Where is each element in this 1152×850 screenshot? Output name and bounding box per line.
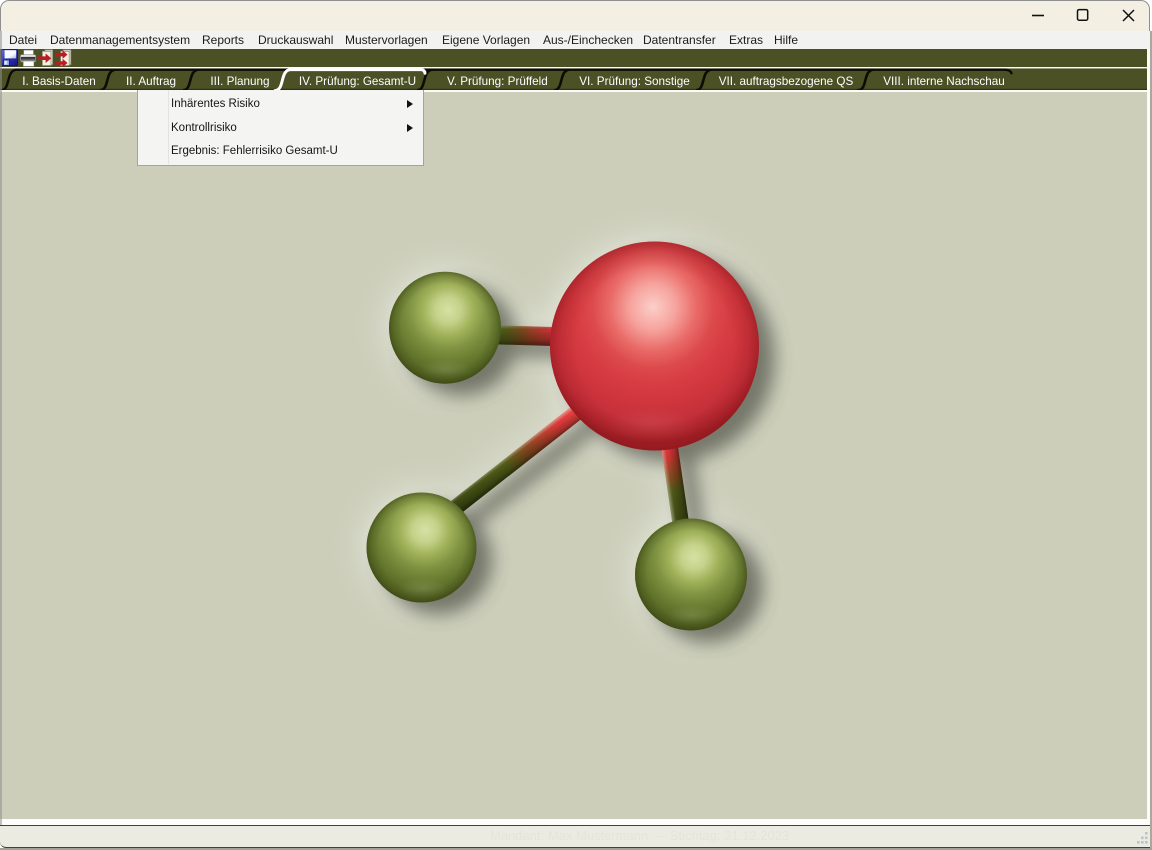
svg-text:VIII. interne Nachschau: VIII. interne Nachschau xyxy=(883,75,1005,88)
svg-text:I. Basis-Daten: I. Basis-Daten xyxy=(22,75,95,88)
svg-text:IV. Prüfung: Gesamt-U: IV. Prüfung: Gesamt-U xyxy=(299,75,416,88)
svg-text:V. Prüfung: Prüffeld: V. Prüfung: Prüffeld xyxy=(447,75,548,88)
svg-text:II. Auftrag: II. Auftrag xyxy=(126,75,176,88)
svg-text:VI. Prüfung: Sonstige: VI. Prüfung: Sonstige xyxy=(579,75,689,88)
svg-text:VII. auftragsbezogene QS: VII. auftragsbezogene QS xyxy=(719,75,854,88)
svg-text:III. Planung: III. Planung xyxy=(210,75,269,88)
